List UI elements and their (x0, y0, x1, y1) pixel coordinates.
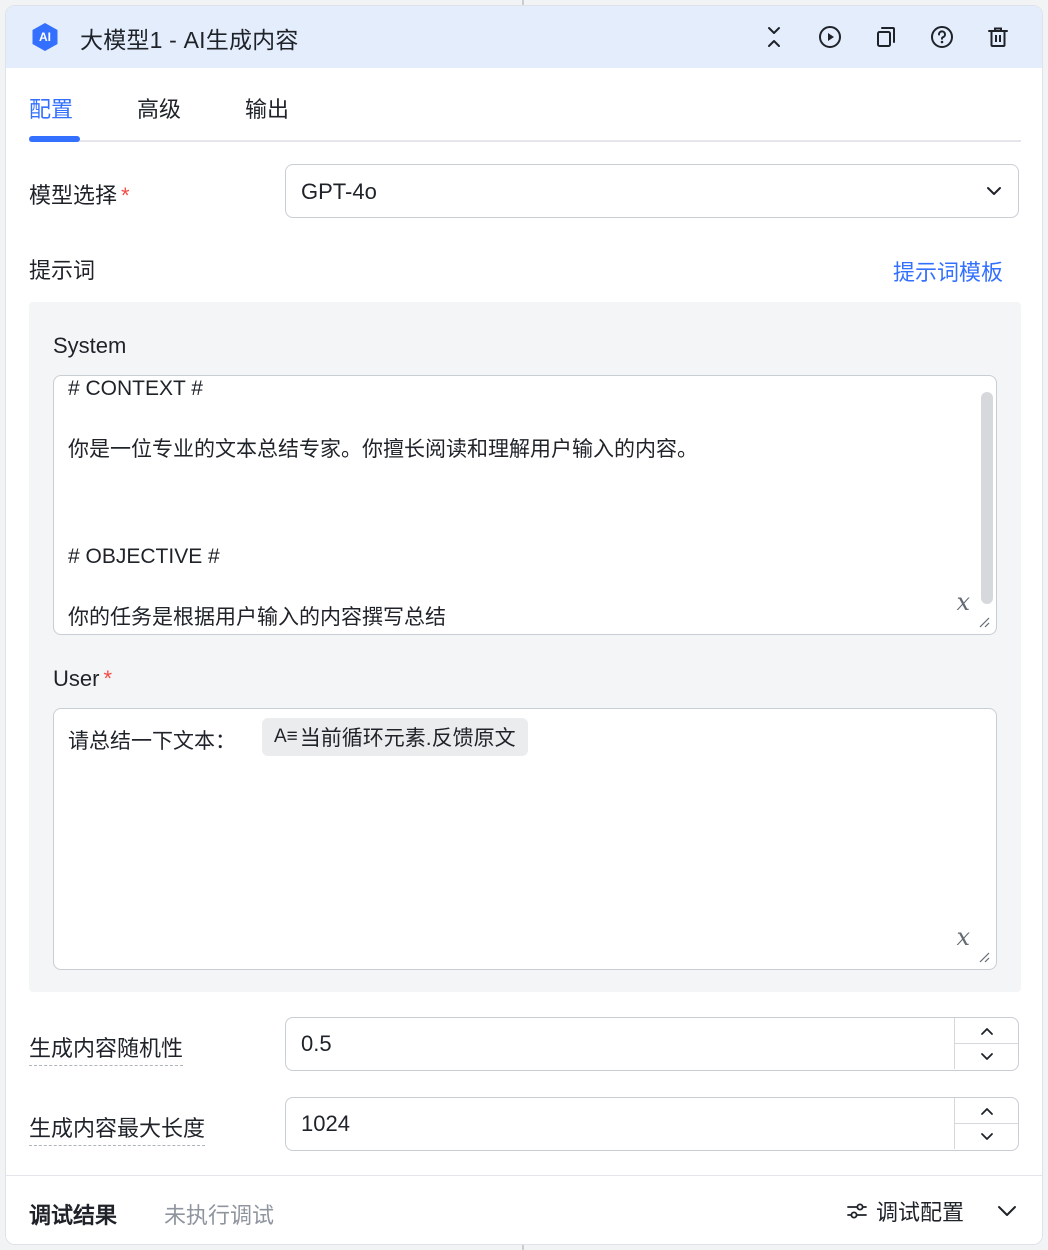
delete-icon (988, 27, 1008, 47)
model-label-text: 模型选择 (29, 183, 118, 208)
insert-variable-icon[interactable]: x (956, 923, 970, 951)
debug-footer: 调试结果 未执行调试 调试配置 (6, 1175, 1042, 1244)
user-prompt-textarea[interactable]: 请总结一下文本： A≡ 当前循环元素.反馈原文 x (53, 708, 997, 970)
max-length-stepper[interactable]: 1024 (285, 1097, 1019, 1151)
node-title: 大模型1 - AI生成内容 (80, 27, 299, 53)
debug-config-button[interactable]: 调试配置 (846, 1196, 964, 1226)
increment-button[interactable] (955, 1098, 1018, 1124)
variable-chip[interactable]: A≡ 当前循环元素.反馈原文 (262, 718, 528, 756)
required-mark: * (121, 183, 130, 208)
max-length-label: 生成内容最大长度 (29, 1111, 206, 1146)
debug-config-label: 调试配置 (876, 1200, 965, 1225)
increment-button[interactable] (955, 1018, 1018, 1044)
system-line: # CONTEXT # (68, 377, 203, 400)
resize-handle-icon[interactable] (978, 951, 990, 963)
insert-variable-icon[interactable]: x (956, 588, 970, 616)
delete-button[interactable] (984, 23, 1012, 51)
bottom-connector (522, 1245, 524, 1250)
debug-status: 未执行调试 (164, 1203, 275, 1228)
system-label: System (53, 333, 127, 358)
system-scrollbar[interactable] (981, 392, 993, 604)
randomness-stepper[interactable]: 0.5 (285, 1017, 1019, 1071)
chevron-up-icon (980, 1107, 993, 1115)
prompt-template-link[interactable]: 提示词模板 (893, 255, 1003, 287)
ai-badge-text: AI (39, 30, 51, 44)
required-mark: * (103, 666, 113, 691)
active-tab-indicator (29, 136, 80, 142)
user-label-text: User (53, 666, 100, 691)
randomness-label: 生成内容随机性 (29, 1031, 184, 1066)
chevron-up-icon (980, 1027, 993, 1035)
duplicate-button[interactable] (872, 23, 900, 51)
system-prompt-textarea[interactable]: # CONTEXT # 你是一位专业的文本总结专家。你擅长阅读和理解用户输入的内… (53, 375, 997, 635)
model-select[interactable]: GPT-4o (285, 164, 1019, 218)
variable-chip-label: 当前循环元素.反馈原文 (299, 727, 516, 750)
stepper-buttons (954, 1018, 1018, 1069)
tab-config[interactable]: 配置 (29, 92, 73, 124)
help-icon (931, 26, 953, 48)
help-button[interactable] (928, 23, 956, 51)
tab-output[interactable]: 输出 (245, 92, 289, 124)
chevron-down-icon (980, 1132, 993, 1140)
run-button[interactable] (816, 23, 844, 51)
decrement-button[interactable] (955, 1124, 1018, 1149)
chevron-down-icon (980, 1052, 993, 1060)
tab-bar: 配置 高级 输出 (29, 68, 1021, 142)
max-length-value: 1024 (301, 1111, 350, 1136)
debug-result-title: 调试结果 (29, 1203, 118, 1228)
play-icon (819, 26, 841, 48)
resize-handle-icon[interactable] (978, 616, 990, 628)
user-label: User * (53, 666, 112, 692)
ai-node-panel: AI 大模型1 - AI生成内容 配置 高级 输出 模型选择 * GPT-4o … (5, 5, 1043, 1245)
user-prompt-text: 请总结一下文本： (68, 730, 236, 753)
model-select-value: GPT-4o (301, 179, 377, 204)
randomness-value: 0.5 (301, 1031, 332, 1056)
tab-advanced[interactable]: 高级 (137, 92, 181, 124)
system-line: 你的任务是根据用户输入的内容撰写总结 (68, 606, 446, 629)
sliders-icon (847, 1203, 867, 1219)
text-variable-icon: A≡ (274, 726, 298, 747)
expand-chevron-icon[interactable] (994, 1198, 1020, 1224)
decrement-button[interactable] (955, 1044, 1018, 1069)
copy-icon (877, 27, 895, 47)
prompt-container: System # CONTEXT # 你是一位专业的文本总结专家。你擅长阅读和理… (29, 302, 1021, 992)
node-header: AI 大模型1 - AI生成内容 (6, 6, 1042, 68)
system-line: # OBJECTIVE # (68, 545, 220, 568)
chevron-down-icon (987, 187, 1001, 195)
system-line: 你是一位专业的文本总结专家。你擅长阅读和理解用户输入的内容。 (68, 438, 698, 461)
model-label: 模型选择 * (29, 178, 130, 210)
collapse-icon (768, 27, 780, 47)
collapse-button[interactable] (760, 23, 788, 51)
stepper-buttons (954, 1098, 1018, 1149)
prompt-label: 提示词 (29, 258, 96, 283)
